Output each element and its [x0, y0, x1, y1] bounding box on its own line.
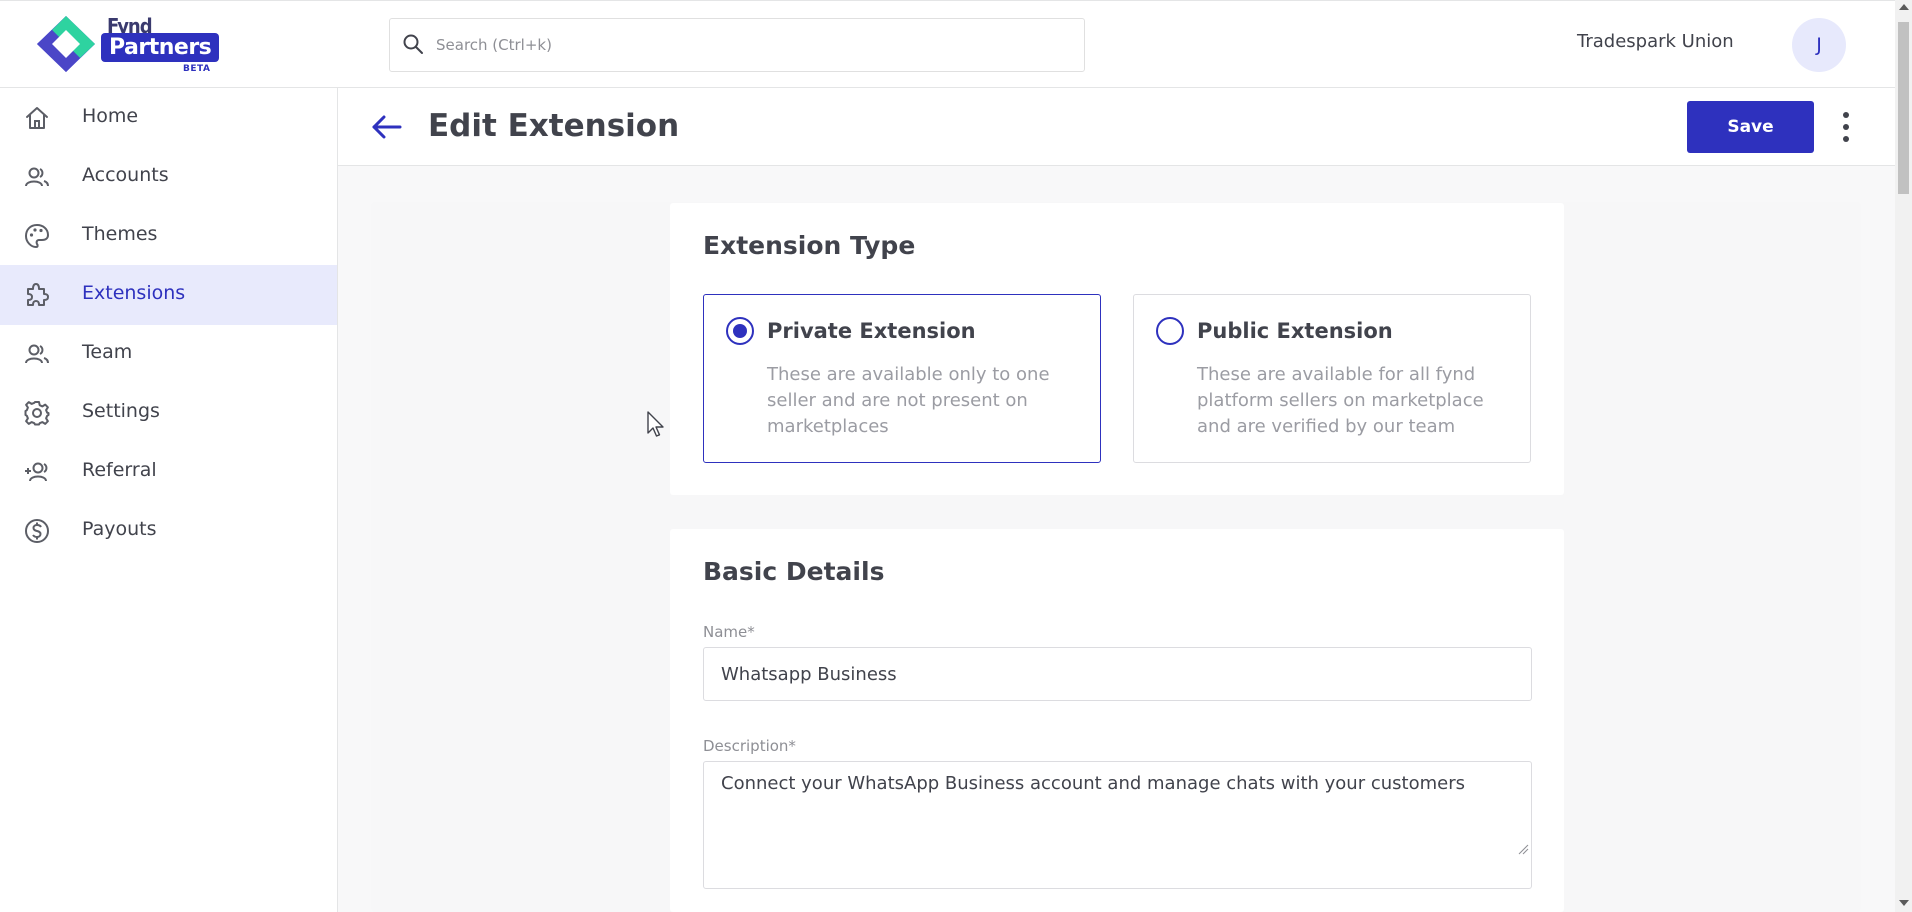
scroll-down-icon[interactable]: [1899, 900, 1909, 906]
save-button[interactable]: Save: [1687, 101, 1814, 153]
sidebar-item-settings[interactable]: Settings: [0, 383, 337, 443]
logo-mark-icon: [37, 16, 95, 72]
team-icon: [25, 344, 49, 364]
sidebar-item-label: Accounts: [82, 164, 169, 186]
dollar-circle-icon: [25, 519, 49, 543]
main-content: Edit Extension Save Extension Type Priva…: [338, 88, 1895, 912]
scroll-thumb[interactable]: [1898, 22, 1909, 194]
arrow-left-icon[interactable]: [370, 112, 404, 142]
sidebar-item-themes[interactable]: Themes: [0, 206, 337, 266]
puzzle-icon: [27, 283, 49, 306]
radio-unselected[interactable]: [1156, 317, 1184, 345]
name-label: Name*: [703, 623, 755, 641]
description-label: Description*: [703, 737, 796, 755]
page-scrollbar[interactable]: [1895, 0, 1912, 912]
user-plus-icon: [25, 462, 48, 482]
sidebar-item-referral[interactable]: Referral: [0, 442, 337, 502]
sidebar: Home Accounts Themes Extensions Team Set…: [0, 88, 338, 912]
option-description: These are available for all fynd platfor…: [1197, 364, 1484, 437]
palette-icon: [24, 223, 50, 249]
fynd-partners-logo[interactable]: Fynd Partners BETA: [35, 12, 220, 74]
sidebar-item-label: Team: [82, 341, 133, 363]
top-bar: Fynd Partners BETA Tradespark Union J: [0, 0, 1895, 88]
sidebar-item-label: Home: [82, 105, 139, 127]
sidebar-item-label: Extensions: [82, 282, 186, 304]
sidebar-item-label: Settings: [82, 400, 160, 422]
mouse-cursor-icon: [647, 411, 664, 437]
section-title: Extension Type: [703, 231, 916, 260]
sidebar-item-label: Themes: [82, 223, 158, 245]
public-extension-option[interactable]: Public Extension These are available for…: [1133, 294, 1531, 463]
resize-handle-icon[interactable]: [1517, 843, 1529, 855]
description-field[interactable]: Connect your WhatsApp Business account a…: [703, 761, 1532, 889]
name-field[interactable]: [703, 647, 1532, 701]
sidebar-item-extensions[interactable]: Extensions: [0, 265, 337, 325]
logo-partners-text: Partners: [101, 33, 220, 62]
gear-icon: [24, 401, 50, 426]
search-icon: [403, 34, 423, 54]
option-title: Private Extension: [767, 319, 976, 343]
page-header: Edit Extension Save: [338, 88, 1895, 166]
search-input[interactable]: [436, 19, 1076, 71]
basic-details-card: Basic Details Name* Description* Connect…: [670, 529, 1564, 912]
sidebar-item-label: Referral: [82, 459, 157, 481]
search-box[interactable]: [389, 18, 1085, 72]
extension-type-card: Extension Type Private Extension These a…: [670, 203, 1564, 495]
scroll-up-icon[interactable]: [1899, 4, 1909, 10]
sidebar-item-payouts[interactable]: Payouts: [0, 501, 337, 561]
page-title: Edit Extension: [428, 108, 680, 144]
option-title: Public Extension: [1197, 319, 1393, 343]
users-icon: [25, 167, 49, 187]
user-avatar[interactable]: J: [1792, 18, 1846, 72]
more-vertical-icon[interactable]: [1834, 110, 1858, 144]
private-extension-option[interactable]: Private Extension These are available on…: [703, 294, 1101, 463]
section-title: Basic Details: [703, 557, 885, 586]
radio-selected[interactable]: [726, 317, 754, 345]
option-description: These are available only to one seller a…: [767, 364, 1050, 437]
sidebar-item-label: Payouts: [82, 518, 157, 540]
sidebar-item-team[interactable]: Team: [0, 324, 337, 384]
sidebar-item-home[interactable]: Home: [0, 88, 337, 148]
sidebar-item-accounts[interactable]: Accounts: [0, 147, 337, 207]
home-icon: [26, 107, 48, 129]
logo-beta-badge: BETA: [183, 64, 211, 74]
organization-name[interactable]: Tradespark Union: [1577, 31, 1734, 52]
